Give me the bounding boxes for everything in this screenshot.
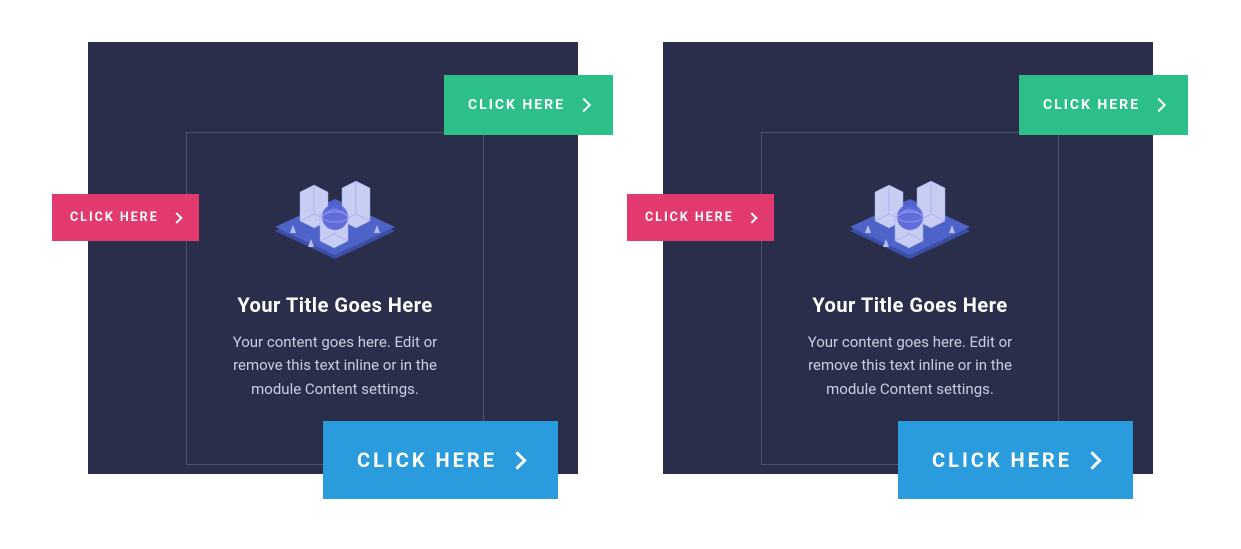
button-label: CLICK HERE <box>70 210 159 225</box>
chevron-right-icon <box>1083 451 1101 469</box>
cta-button-pink[interactable]: CLICK HERE <box>52 194 199 241</box>
cta-button-pink[interactable]: CLICK HERE <box>627 194 774 241</box>
button-label: CLICK HERE <box>357 448 497 472</box>
cta-button-blue[interactable]: CLICK HERE <box>323 421 558 499</box>
chevron-right-icon <box>1152 98 1166 112</box>
feature-content-box: Your Title Goes Here Your content goes h… <box>761 132 1059 465</box>
chevron-right-icon <box>171 212 182 223</box>
isometric-city-icon <box>260 173 410 273</box>
isometric-city-icon <box>835 173 985 273</box>
card-title: Your Title Goes Here <box>780 293 1040 317</box>
cta-button-blue[interactable]: CLICK HERE <box>898 421 1133 499</box>
feature-card: Your Title Goes Here Your content goes h… <box>88 42 578 474</box>
card-description: Your content goes here. Edit or remove t… <box>205 331 465 401</box>
chevron-right-icon <box>746 212 757 223</box>
chevron-right-icon <box>577 98 591 112</box>
card-title: Your Title Goes Here <box>205 293 465 317</box>
button-label: CLICK HERE <box>468 97 565 113</box>
cta-button-green[interactable]: CLICK HERE <box>1019 75 1188 135</box>
button-label: CLICK HERE <box>932 448 1072 472</box>
cta-button-green[interactable]: CLICK HERE <box>444 75 613 135</box>
button-label: CLICK HERE <box>645 210 734 225</box>
card-description: Your content goes here. Edit or remove t… <box>780 331 1040 401</box>
button-label: CLICK HERE <box>1043 97 1140 113</box>
feature-card: Your Title Goes Here Your content goes h… <box>663 42 1153 474</box>
feature-content-box: Your Title Goes Here Your content goes h… <box>186 132 484 465</box>
chevron-right-icon <box>508 451 526 469</box>
